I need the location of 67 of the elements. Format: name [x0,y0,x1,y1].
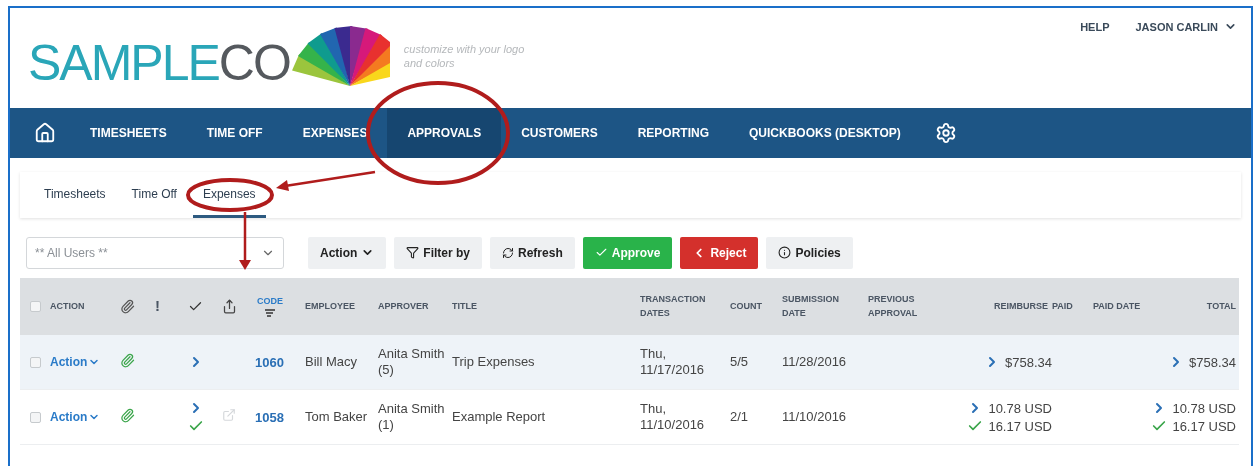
amount-text: 16.17 USD [1172,418,1236,434]
paperclip-icon[interactable] [120,407,135,423]
table-cell: 2/1 [730,409,749,425]
toolbar-button[interactable]: Filter by [394,236,483,269]
column-header: REIMBURSE [994,299,1049,313]
subtab[interactable]: Timesheets [34,172,116,218]
column-header: ! [155,296,161,317]
table-cell: Example Report [452,409,546,425]
column-header: PREVIOUS APPROVAL [868,293,919,320]
table-cell: Tom Baker [305,409,368,425]
toolbar-button[interactable]: Reject [680,236,759,269]
logo-text: SAMPLECO [28,38,290,88]
table-cell: Bill Macy [305,354,357,370]
amount-text: 16.17 USD [988,418,1052,434]
nav-tab[interactable]: QUICKBOOKS (DESKTOP) [729,108,921,158]
column-header: ACTION [50,299,86,313]
amount-text: $758.34 [1005,354,1052,370]
table-cell-text: Thu, 11/10/2016 [640,401,706,433]
action-dropdown[interactable]: Action [50,355,120,369]
table-cell: 5/5 [730,354,749,370]
toolbar-button[interactable]: Refresh [490,236,575,269]
amount-text: 10.78 USD [988,400,1052,416]
row-checkbox[interactable] [30,356,41,368]
amount-text: $758.34 [1189,354,1236,370]
table-cell: 11/10/2016 [782,409,847,425]
column-header: PAID DATE [1093,299,1142,313]
subtab[interactable]: Expenses [192,172,266,218]
column-header: TRANSACTION DATES [640,293,707,320]
table-cell: 11/28/2016 [782,354,847,370]
toolbar-button[interactable]: Policies [766,236,853,269]
header-link[interactable]: JASON CARLIN [1135,20,1237,33]
column-header: PAID [1052,299,1074,313]
paperclip-icon[interactable] [120,352,135,368]
amount-text: 10.78 USD [1172,400,1236,416]
filter-icon [406,246,420,259]
column-header: SUBMISSION DATE [782,293,840,320]
toolbar-button[interactable]: Action [308,236,387,269]
nav-tab[interactable]: CUSTOMERS [501,108,618,158]
report-code-link[interactable]: 1058 [255,409,305,425]
sort-icon[interactable] [264,308,276,319]
table-cell-text: Anita Smith (5) [378,346,446,378]
nav-tab[interactable]: TIMESHEETS [70,108,187,158]
check-icon [594,246,608,259]
column-header: TOTAL [1206,299,1237,313]
table-cell: Trip Expenses [452,354,535,370]
nav-tab[interactable]: TIME OFF [186,108,283,158]
report-code-link[interactable]: 1060 [255,354,305,370]
info-icon [778,246,792,259]
refresh-icon [502,246,515,259]
paperclip-icon [120,299,135,314]
subtab[interactable]: Time Off [121,172,187,218]
column-header: EMPLOYEE [305,299,356,313]
annotation-arrow [239,212,251,270]
tagline: customize with your logo and colors [403,42,526,71]
table-cell-text: Anita Smith (1) [378,401,446,433]
column-header: APPROVER [378,299,430,313]
nav-tab[interactable]: REPORTING [617,108,729,158]
nav-tab[interactable]: EXPENSES [282,108,388,158]
action-dropdown[interactable]: Action [50,410,120,424]
select-all-checkbox[interactable] [30,301,41,312]
table-cell-text: Thu, 11/17/2016 [640,346,706,378]
header-link[interactable]: HELP [1080,20,1110,33]
row-checkbox[interactable] [30,411,41,423]
column-header: COUNT [730,299,763,313]
column-header: TITLE [452,299,478,313]
nav-tab[interactable]: APPROVALS [387,108,502,158]
share-icon [222,299,237,314]
